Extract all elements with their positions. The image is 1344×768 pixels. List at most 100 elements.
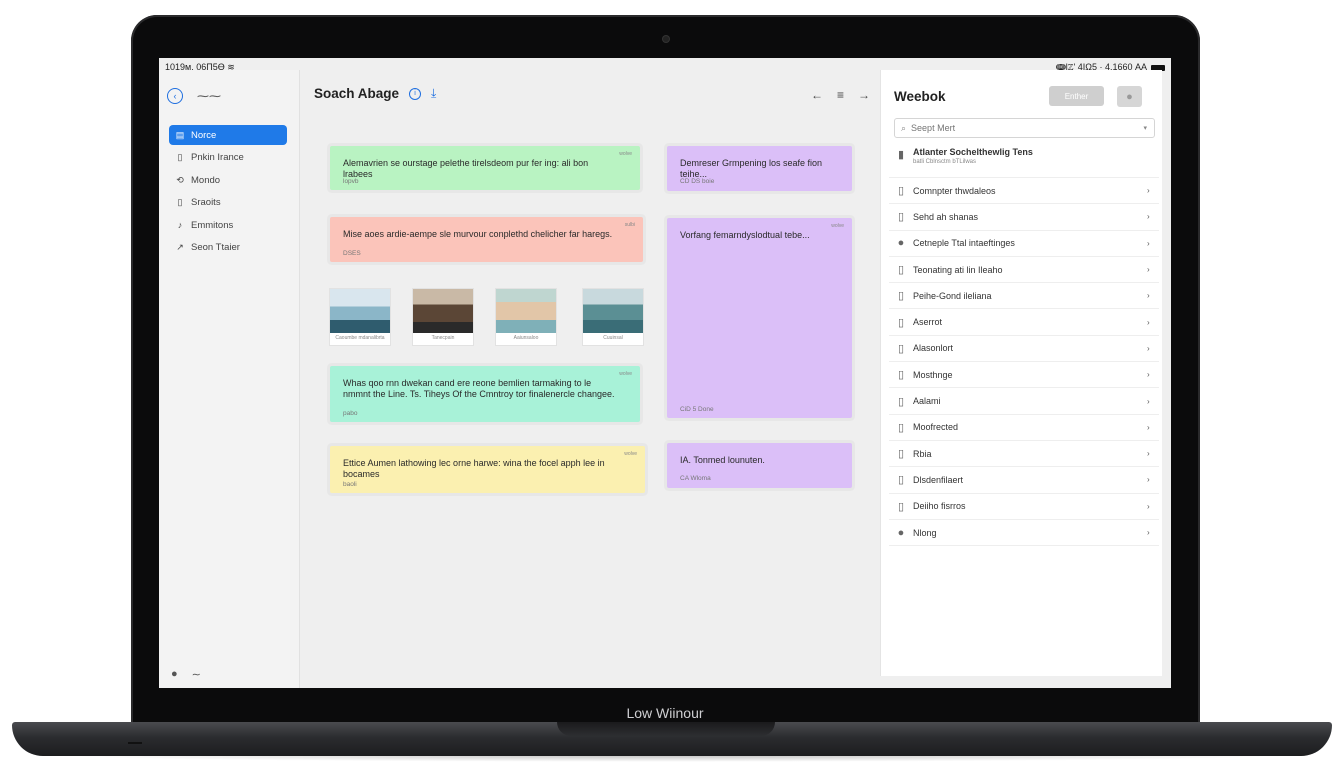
chevron-right-icon: › [1147, 238, 1150, 248]
list-item[interactable]: ▮ Atlanter Sochelthewlig Tens batli Cbln… [889, 142, 1159, 178]
panel-list: ▮ Atlanter Sochelthewlig Tens batli Cbln… [889, 142, 1159, 547]
main-content: Soach Abage i ⤓ ← ≡ → wolve Alemavrien s… [300, 70, 880, 688]
back-icon[interactable]: ‹ [167, 88, 183, 104]
note-card[interactable]: sulbi Mise aoes ardie-aempe sle murvour … [330, 217, 643, 262]
note-card[interactable]: wolve Whas qoo rnn dwekan cand ere reone… [330, 366, 640, 422]
device-icon: ▯ [897, 421, 905, 434]
device-icon: ▯ [897, 211, 905, 224]
photo-card[interactable]: Aaiunsaloo [496, 289, 556, 345]
list-item[interactable]: ● Cetneple Ttal intaeftinges › [889, 231, 1159, 257]
chevron-right-icon: › [1147, 212, 1150, 222]
laptop-led [128, 742, 142, 744]
list-item[interactable]: ▯ Alasonlort › [889, 336, 1159, 363]
music-note-icon: ♪ [177, 220, 183, 230]
chevron-right-icon: › [1147, 317, 1150, 327]
search-field[interactable]: ⌕ ▾ [894, 118, 1155, 138]
arrow-left-icon[interactable]: ← [811, 88, 823, 102]
chart-icon: ↗ [176, 242, 184, 252]
sidebar-item-notes[interactable]: ▤ Norce [169, 125, 287, 145]
device-icon: ▯ [897, 264, 905, 277]
list-item[interactable]: ▯ Dlsdenfilaert › [889, 467, 1159, 494]
list-item[interactable]: ▯ Aalami › [889, 388, 1159, 415]
sidebar-footer: ● ∼ [171, 668, 201, 681]
photo-image [583, 289, 643, 333]
sidebar-nav: ▤ Norce ▯ Pnkin Irance ⟲ Mondo ▯ Sraoits… [169, 125, 287, 260]
sidebar-item-documents[interactable]: ▯ Pnkin Irance [169, 148, 287, 168]
search-input[interactable] [911, 123, 1122, 133]
sidebar-item-share[interactable]: ⟲ Mondo [169, 170, 287, 190]
laptop-label: Low Wiinour [626, 705, 704, 721]
device-icon: ▯ [897, 185, 905, 198]
note-card[interactable]: wolve Vorfang femarndyslodtual tebe... C… [667, 218, 852, 418]
sidebar-item-chart[interactable]: ↗ Seon Ttaier [169, 238, 287, 258]
search-icon: ⌕ [901, 122, 907, 133]
list-item[interactable]: ▯ Mosthnge › [889, 362, 1159, 389]
notes-icon: ▤ [175, 129, 185, 140]
chevron-right-icon: › [1147, 528, 1150, 537]
chevron-right-icon: › [1147, 475, 1150, 485]
download-icon[interactable]: ⤓ [431, 86, 436, 101]
avatar[interactable]: ● [1117, 86, 1142, 107]
screen: 1019м. 06П5Ө ≋ ↈlℤ' 4ΙΩ5 · 4.1660 AA ‹ ⁓… [159, 58, 1171, 688]
photo-card[interactable]: Cuuinsal [583, 289, 643, 345]
device-icon: ▯ [897, 342, 905, 355]
chevron-right-icon: › [1147, 186, 1150, 196]
main-header: Soach Abage i ⤓ [314, 86, 436, 101]
laptop-notch [557, 722, 775, 736]
device-icon: ▯ [897, 316, 905, 329]
document-icon: ▯ [177, 152, 183, 162]
sidebar: ‹ ⁓⁓ ▤ Norce ▯ Pnkin Irance ⟲ Mondo ▯ Sr… [159, 70, 300, 688]
file-icon: ▯ [177, 197, 183, 207]
note-card[interactable]: wolve Alemavrien se ourstage pelethe tir… [330, 146, 640, 190]
list-item[interactable]: ● Nlong › [889, 520, 1159, 547]
note-card[interactable]: IA. Tonmed lounuten. CA Wloma [667, 443, 852, 488]
photo-image [496, 289, 556, 333]
primary-button[interactable]: Enther [1049, 86, 1104, 106]
chevron-right-icon: › [1147, 422, 1150, 432]
list-item[interactable]: ▯ Peihe-Gond ileliana › [889, 283, 1159, 310]
chevron-right-icon: › [1147, 343, 1150, 353]
chevron-right-icon: › [1147, 396, 1150, 406]
settings-icon[interactable]: ● [171, 668, 178, 681]
chevron-right-icon: › [1147, 370, 1150, 380]
list-item[interactable]: ▯ Rbia › [889, 441, 1159, 468]
share-icon: ⟲ [176, 174, 184, 185]
device-icon: ▯ [897, 448, 905, 461]
list-item[interactable]: ▯ Deiiho fisrros › [889, 494, 1159, 520]
list-item[interactable]: ▯ Comnpter thwdaleos › [889, 178, 1159, 205]
device-icon: ▯ [897, 474, 905, 487]
device-icon: ▯ [897, 290, 905, 303]
sidebar-toolbar: ‹ ⁓⁓ [167, 88, 221, 104]
page-title: Soach Abage [314, 86, 400, 101]
note-card[interactable]: wolve Ettice Aumen lathowing lec orne ha… [330, 446, 645, 493]
chevron-right-icon: › [1147, 449, 1150, 459]
device-icon: ▯ [897, 500, 905, 513]
device-icon: ▯ [897, 395, 905, 408]
list-item[interactable]: ▯ Aserrot › [889, 309, 1159, 336]
chevron-right-icon: › [1147, 501, 1150, 511]
list-icon[interactable]: ≡ [837, 88, 844, 102]
list-item[interactable]: ▯ Teonating ati lin Ileaho › [889, 257, 1159, 284]
photo-card[interactable]: Tanecpain [413, 289, 473, 345]
user-icon: ● [897, 237, 905, 250]
main-navigation: ← ≡ → [811, 88, 870, 102]
wave-icon[interactable]: ∼ [192, 668, 201, 681]
toggle-icon[interactable]: ⁓⁓ [197, 89, 221, 103]
user-icon: ● [897, 526, 905, 539]
sidebar-item-files[interactable]: ▯ Sraoits [169, 193, 287, 213]
info-icon[interactable]: i [409, 87, 422, 100]
device-icon: ▮ [897, 149, 905, 161]
photo-image [413, 289, 473, 333]
photo-image [330, 289, 390, 333]
list-item[interactable]: ▯ Moofrected › [889, 415, 1159, 441]
arrow-right-icon[interactable]: → [858, 88, 870, 102]
chevron-down-icon[interactable]: ▾ [1143, 124, 1147, 132]
photo-card[interactable]: Caoumbe mdanalibrta [330, 289, 390, 345]
device-icon: ▯ [897, 369, 905, 382]
camera-icon [663, 36, 669, 42]
list-item[interactable]: ▯ Sehd ah shanas › [889, 204, 1159, 231]
right-panel: Weebok Enther ● ⌕ ▾ ▮ Atlanter Sochelthe… [880, 70, 1162, 676]
user-icon: ● [1126, 90, 1133, 103]
note-card[interactable]: Demreser Grmpening los seafe fion teihe.… [667, 146, 852, 191]
sidebar-item-music[interactable]: ♪ Emmitons [169, 215, 287, 235]
